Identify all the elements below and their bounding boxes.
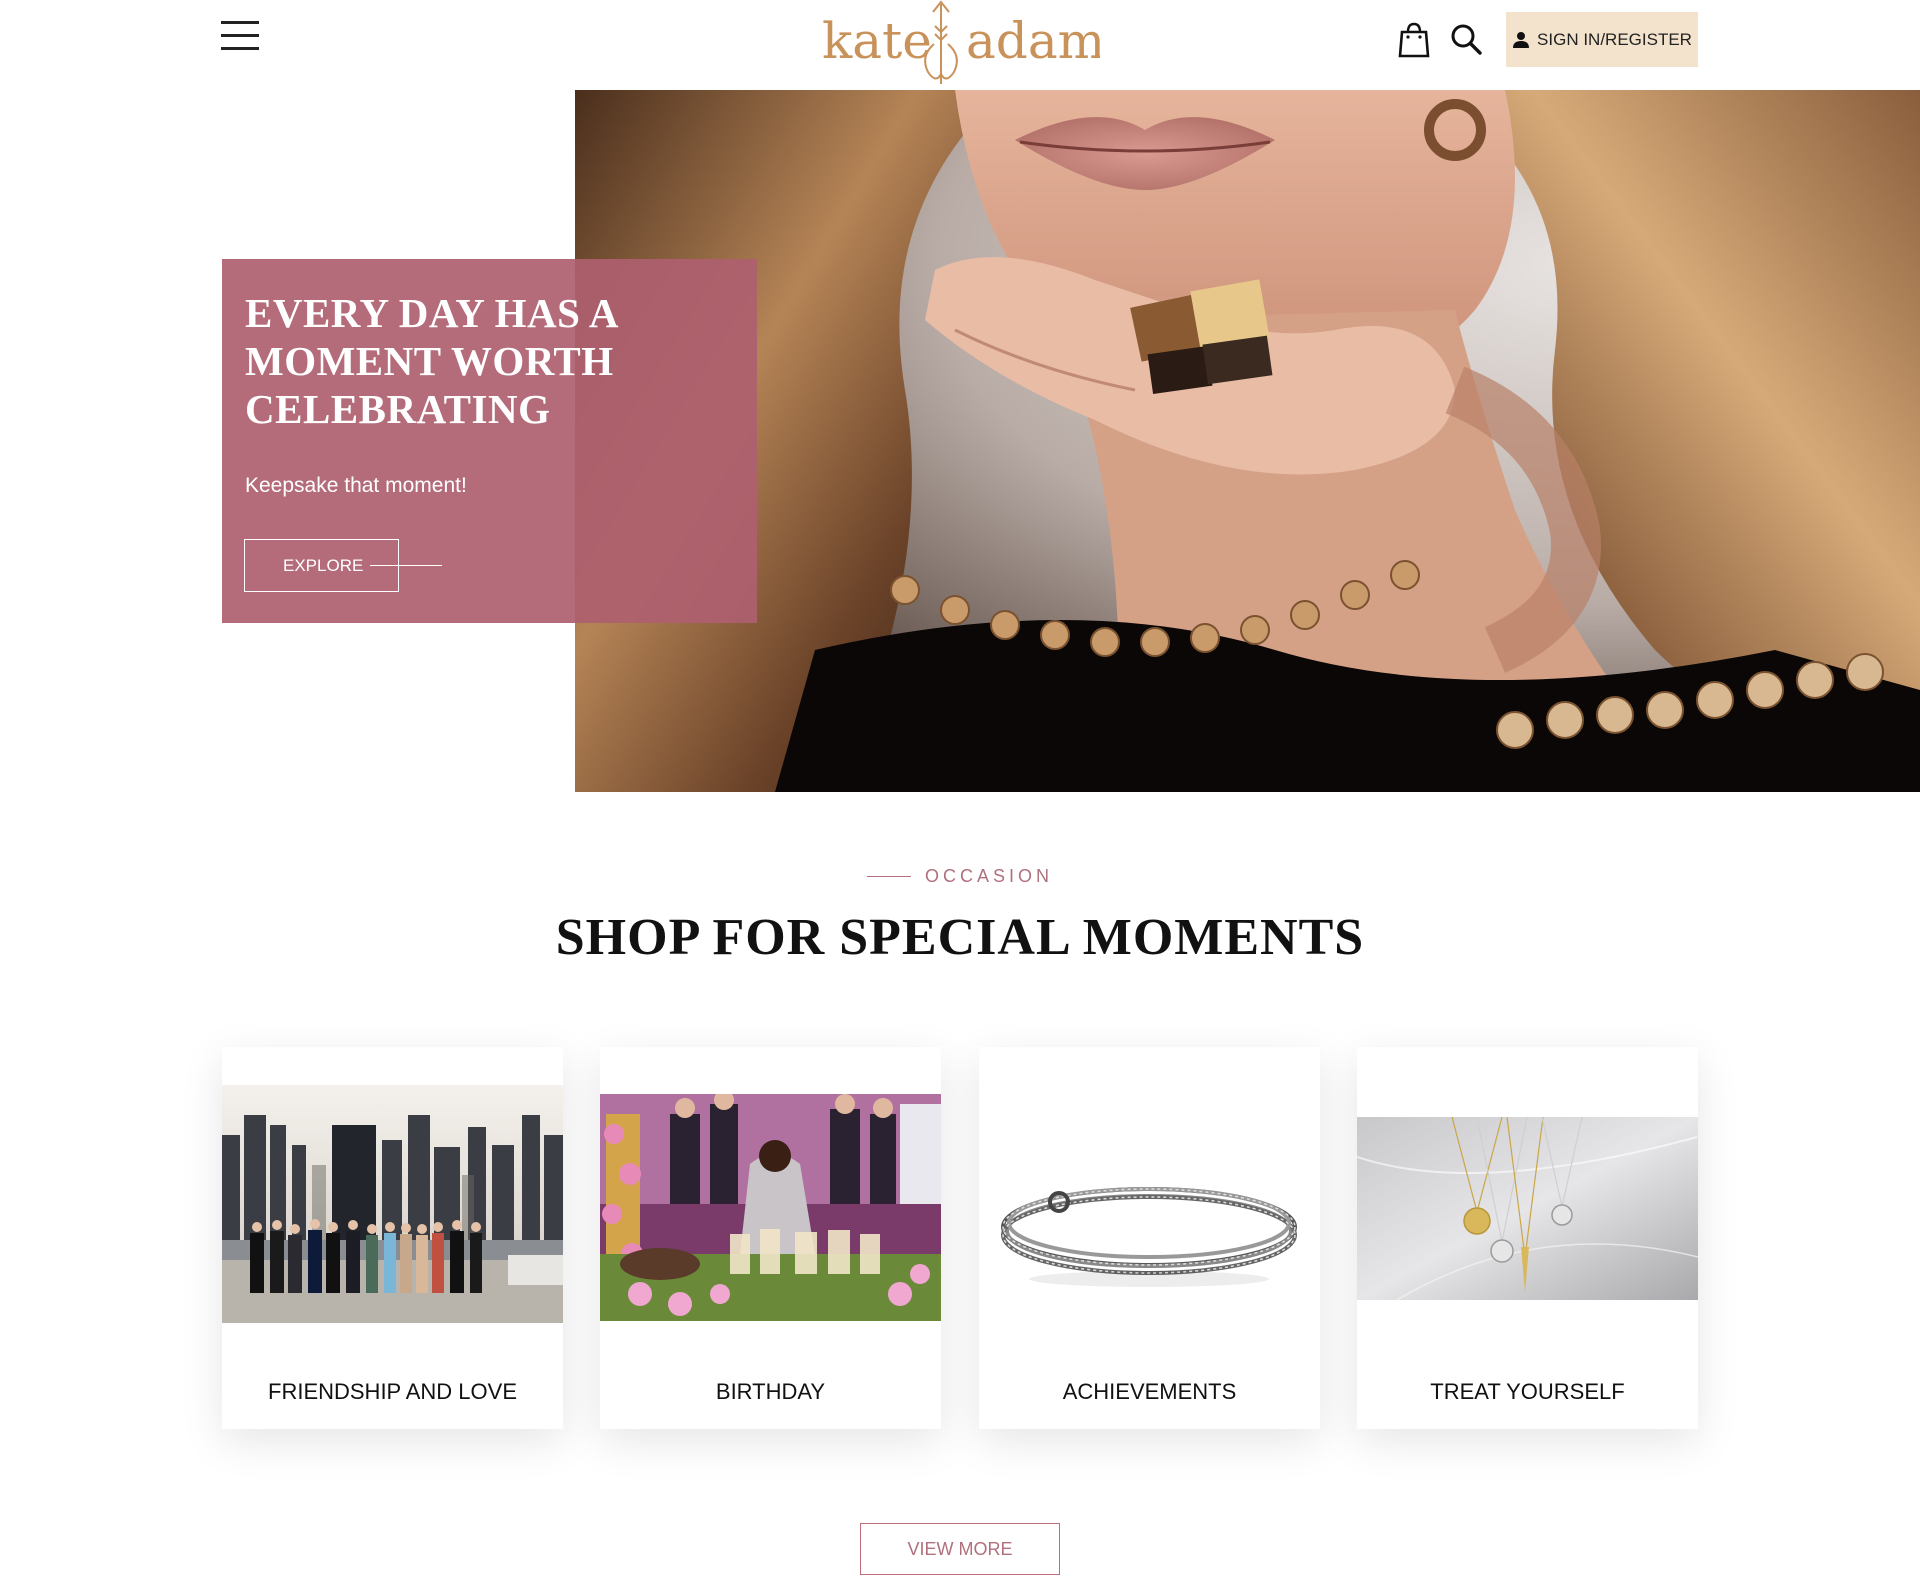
section-eyebrow: OCCASION bbox=[0, 866, 1920, 887]
card-label-treat-yourself: TREAT YOURSELF bbox=[1430, 1379, 1625, 1404]
brand-logo[interactable]: kate adam bbox=[820, 0, 1100, 88]
eyebrow-text: OCCASION bbox=[924, 866, 1053, 886]
occasion-card-friendship[interactable]: FRIENDSHIP AND LOVE bbox=[222, 1047, 563, 1429]
hero-title: EVERY DAY HAS A MOMENT WORTH CELEBRATING bbox=[245, 290, 617, 432]
friendship-image bbox=[222, 1085, 563, 1323]
card-label-achievements: ACHIEVEMENTS bbox=[1062, 1379, 1237, 1404]
treat-yourself-image bbox=[1357, 1117, 1698, 1300]
section-title: SHOP FOR SPECIAL MOMENTS bbox=[555, 909, 1365, 966]
eyebrow-divider bbox=[866, 876, 911, 877]
card-label-friendship: FRIENDSHIP AND LOVE bbox=[268, 1379, 517, 1404]
sign-in-label: SIGN IN/REGISTER bbox=[1537, 29, 1692, 49]
achievements-image bbox=[979, 1107, 1320, 1327]
sign-in-register-button[interactable]: SIGN IN/REGISTER bbox=[1506, 12, 1698, 67]
logo-text-right: adam bbox=[966, 12, 1100, 70]
birthday-image bbox=[600, 1094, 941, 1321]
view-more-button[interactable]: VIEW MORE bbox=[860, 1523, 1060, 1575]
user-icon bbox=[1513, 31, 1530, 48]
occasion-card-birthday[interactable]: BIRTHDAY bbox=[600, 1047, 941, 1429]
search-icon[interactable] bbox=[1449, 22, 1483, 56]
occasion-card-achievements[interactable]: ACHIEVEMENTS bbox=[979, 1047, 1320, 1429]
logo-text-left: kate bbox=[822, 12, 932, 70]
menu-icon[interactable] bbox=[221, 21, 259, 51]
site-header: kate adam SIGN IN/REGISTER bbox=[0, 0, 1920, 90]
occasion-card-treat-yourself[interactable]: TREAT YOURSELF bbox=[1357, 1047, 1698, 1429]
explore-arrow-line bbox=[370, 565, 442, 566]
hero-image bbox=[575, 90, 1920, 792]
card-label-birthday: BIRTHDAY bbox=[715, 1379, 826, 1404]
hero-subtitle: Keepsake that moment! bbox=[245, 474, 467, 497]
hero-text-panel: EVERY DAY HAS A MOMENT WORTH CELEBRATING… bbox=[222, 259, 757, 623]
occasion-cards: FRIENDSHIP AND LOVE BIRTHDAY ACHIEVEMENT… bbox=[222, 1047, 1698, 1429]
shopping-bag-icon[interactable] bbox=[1397, 22, 1431, 58]
